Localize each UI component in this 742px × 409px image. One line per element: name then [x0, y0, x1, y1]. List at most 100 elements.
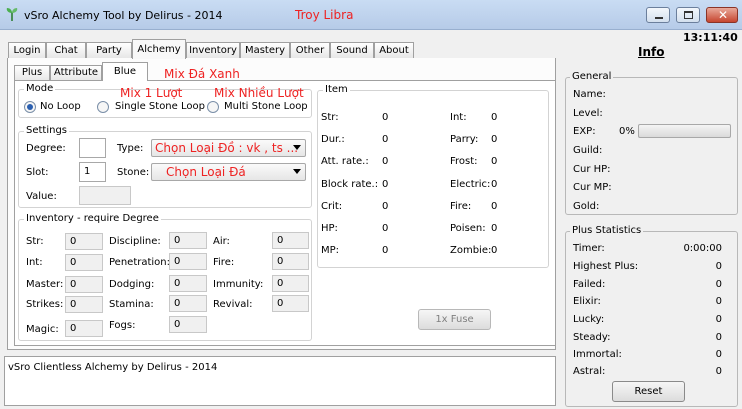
- title-bar: vSro Alchemy Tool by Delirus - 2014 Troy…: [0, 0, 742, 30]
- tab-sound[interactable]: Sound: [330, 42, 374, 59]
- item-hp-label: HP:: [321, 223, 338, 234]
- close-icon: ✕: [718, 8, 729, 22]
- mode-group-title: Mode: [24, 83, 56, 94]
- item-crit-value: 0: [382, 201, 389, 212]
- tab-about[interactable]: About: [374, 42, 414, 59]
- inv-dodging-value: 0: [169, 275, 207, 292]
- annotation-choose-item: Chọn Loại Đồ : vk , ts ...: [155, 141, 299, 155]
- inv-strikes-value: 0: [65, 296, 103, 313]
- inv-stamina-value: 0: [169, 295, 207, 312]
- tab-mastery[interactable]: Mastery: [240, 42, 290, 59]
- tab-chat[interactable]: Chat: [46, 42, 86, 59]
- close-button[interactable]: ✕: [706, 7, 738, 23]
- clock: 13:11:40: [683, 31, 738, 44]
- item-parry-value: 0: [491, 134, 498, 145]
- steady-label: Steady:: [573, 332, 611, 343]
- cur-hp-label: Cur HP:: [573, 164, 611, 175]
- type-label: Type:: [117, 143, 144, 154]
- lucky-value: 0: [715, 314, 722, 325]
- inv-magic-label: Magic:: [26, 324, 59, 335]
- item-fire-value: 0: [491, 201, 498, 212]
- type-select[interactable]: Chọn Loại Đồ : vk , ts ...: [151, 139, 306, 157]
- tab-login[interactable]: Login: [8, 42, 46, 59]
- tab-alchemy[interactable]: Alchemy: [132, 39, 186, 59]
- stone-label: Stone:: [117, 167, 150, 178]
- item-parry-label: Parry:: [450, 134, 479, 145]
- item-poisen-value: 0: [491, 223, 498, 234]
- tab-other[interactable]: Other: [290, 42, 330, 59]
- minimize-button[interactable]: [646, 7, 670, 23]
- item-dur-value: 0: [382, 134, 389, 145]
- immortal-label: Immortal:: [573, 349, 622, 360]
- value-label: Value:: [26, 191, 57, 202]
- degree-label: Degree:: [26, 143, 66, 154]
- tab-inventory[interactable]: Inventory: [186, 42, 240, 59]
- single-stone-loop-radio[interactable]: [97, 101, 109, 113]
- degree-input[interactable]: [79, 138, 106, 158]
- inv-fogs-value: 0: [169, 316, 207, 333]
- log-box[interactable]: vSro Clientless Alchemy by Delirus - 201…: [4, 356, 556, 406]
- general-group-title: General: [570, 71, 614, 82]
- inv-fire-value: 0: [272, 253, 309, 270]
- item-int-value: 0: [491, 112, 498, 123]
- inv-master-value: 0: [65, 276, 103, 293]
- item-electric-label: Electric:: [450, 179, 491, 190]
- value-input[interactable]: [79, 186, 131, 205]
- plus-statistics-title: Plus Statistics: [570, 225, 644, 236]
- tab-party[interactable]: Party: [86, 42, 132, 59]
- reset-button[interactable]: Reset: [612, 381, 685, 402]
- annotation-blue-mix: Mix Đá Xanh: [164, 67, 240, 81]
- name-label: Name:: [573, 89, 606, 100]
- multi-stone-loop-label: Multi Stone Loop: [224, 101, 308, 112]
- timer-value: 0:00:00: [683, 243, 722, 254]
- steady-value: 0: [715, 332, 722, 343]
- item-zombie-value: 0: [491, 245, 498, 256]
- inv-air-label: Air:: [213, 236, 230, 247]
- item-group-title: Item: [323, 84, 350, 95]
- exp-percent: 0%: [619, 126, 635, 137]
- chevron-down-icon: [293, 169, 301, 174]
- stone-select[interactable]: Chọn Loại Đá: [151, 163, 306, 181]
- subtab-attribute[interactable]: Attribute: [50, 65, 102, 80]
- inv-penetration-label: Penetration:: [109, 257, 171, 268]
- fuse-button[interactable]: 1x Fuse: [418, 309, 491, 330]
- info-title: Info: [638, 45, 665, 59]
- item-str-value: 0: [382, 112, 389, 123]
- annotation-choose-stone: Chọn Loại Đá: [166, 165, 246, 179]
- item-hp-value: 0: [382, 223, 389, 234]
- item-att-rate-label: Att. rate.:: [321, 156, 369, 167]
- subtab-blue[interactable]: Blue: [102, 62, 148, 81]
- highest-plus-label: Highest Plus:: [573, 261, 639, 272]
- elixir-value: 0: [715, 296, 722, 307]
- level-label: Level:: [573, 108, 603, 119]
- item-crit-label: Crit:: [321, 201, 343, 212]
- gold-label: Gold:: [573, 201, 600, 212]
- no-loop-radio[interactable]: [24, 101, 36, 113]
- minimize-icon: [655, 17, 663, 19]
- cur-mp-label: Cur MP:: [573, 182, 612, 193]
- inv-discipline-value: 0: [169, 232, 207, 249]
- inv-air-value: 0: [272, 232, 309, 249]
- failed-label: Failed:: [573, 279, 606, 290]
- timer-label: Timer:: [573, 243, 605, 254]
- slot-input[interactable]: 1: [79, 162, 106, 182]
- astral-value: 0: [715, 366, 722, 377]
- subtab-plus[interactable]: Plus: [14, 65, 50, 80]
- guild-label: Guild:: [573, 145, 603, 156]
- inv-fogs-label: Fogs:: [109, 320, 136, 331]
- failed-value: 0: [715, 279, 722, 290]
- multi-stone-loop-radio[interactable]: [207, 101, 219, 113]
- chevron-down-icon: [293, 145, 301, 150]
- item-dur-label: Dur.:: [321, 134, 345, 145]
- item-frost-value: 0: [491, 156, 498, 167]
- item-block-rate-value: 0: [382, 179, 389, 190]
- settings-group-title: Settings: [24, 125, 70, 136]
- inv-int-label: Int:: [26, 257, 43, 268]
- annotation-single-mix: Mix 1 Lượt: [120, 86, 183, 100]
- inv-revival-value: 0: [272, 295, 309, 312]
- inv-str-value: 0: [65, 233, 103, 250]
- inv-magic-value: 0: [65, 320, 103, 337]
- item-poisen-label: Poisen:: [450, 223, 486, 234]
- maximize-button[interactable]: [676, 7, 700, 23]
- inv-str-label: Str:: [26, 236, 44, 247]
